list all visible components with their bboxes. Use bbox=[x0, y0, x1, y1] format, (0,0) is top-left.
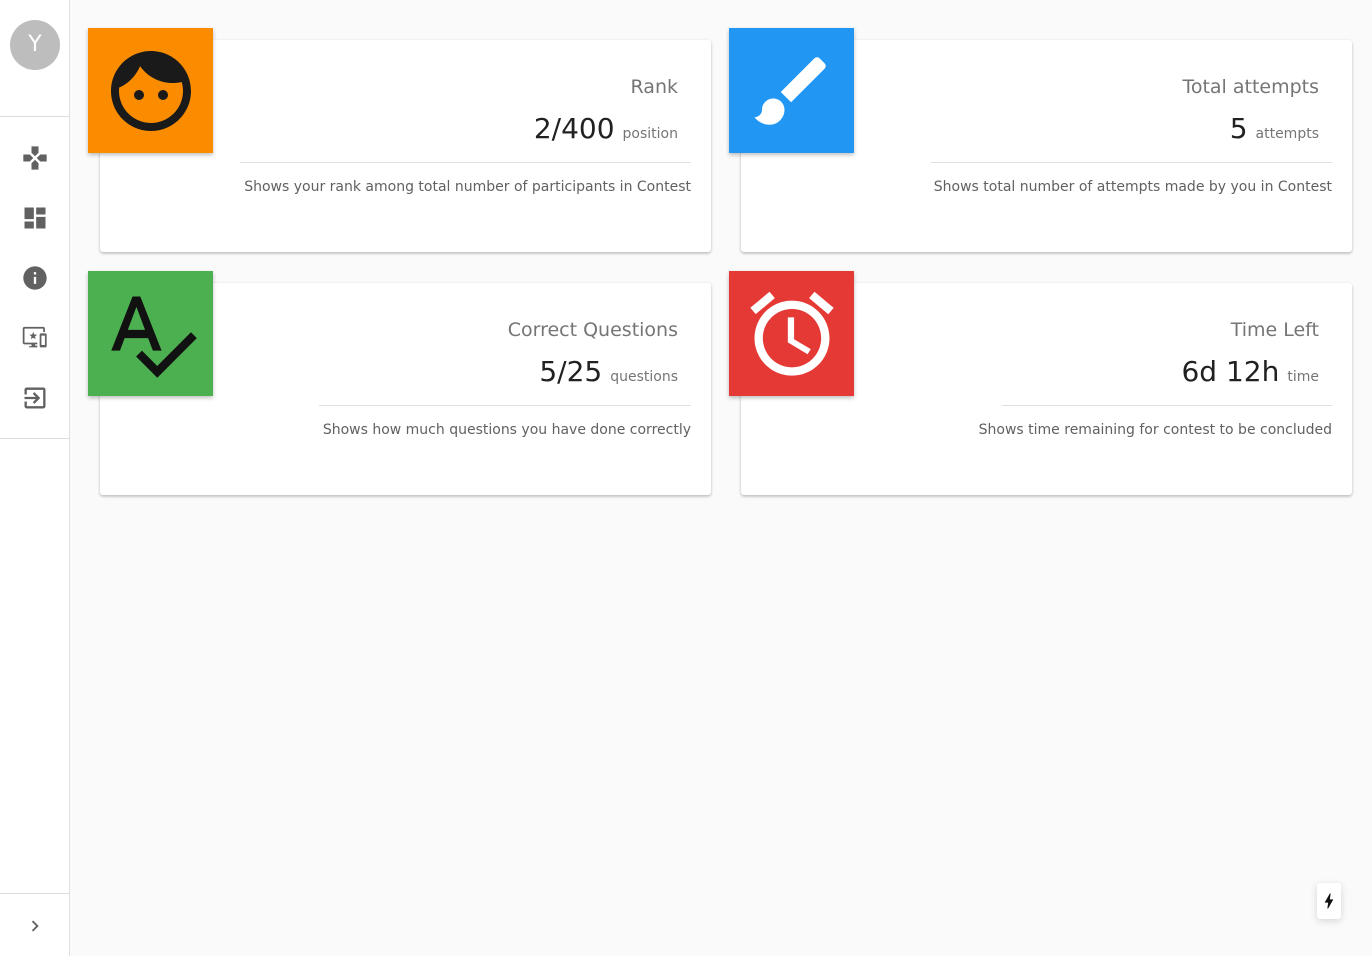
card-divider bbox=[931, 162, 1332, 163]
brush-icon bbox=[754, 56, 826, 125]
card-value: 5/25 questions bbox=[539, 355, 678, 388]
spellcheck-icon bbox=[110, 296, 197, 378]
dashboard-icon bbox=[24, 207, 45, 229]
card-description: Shows total number of attempts made by y… bbox=[933, 179, 1332, 195]
sidebar-item-login[interactable] bbox=[0, 374, 69, 422]
card-divider bbox=[240, 162, 691, 163]
rank-unit: position bbox=[622, 126, 678, 142]
card-divider bbox=[319, 405, 691, 406]
card-title: Correct Questions bbox=[507, 319, 678, 341]
card-description: Shows time remaining for contest to be c… bbox=[978, 422, 1332, 438]
attempts-unit: attempts bbox=[1255, 126, 1319, 142]
card-value: 2/400 position bbox=[534, 112, 678, 145]
quick-action-button[interactable] bbox=[1317, 883, 1341, 919]
correct-icon-tile bbox=[88, 271, 213, 396]
attempts-card: Total attempts 5 attempts Shows total num… bbox=[729, 28, 1352, 252]
sidebar-item-featured[interactable] bbox=[0, 314, 69, 362]
sidebar-item-info[interactable] bbox=[0, 254, 69, 302]
card-divider bbox=[1002, 405, 1332, 406]
attempts-icon-tile bbox=[729, 28, 854, 153]
card-description: Shows how much questions you have done c… bbox=[322, 422, 691, 438]
gamepad-icon bbox=[22, 146, 47, 170]
avatar[interactable]: Y bbox=[10, 20, 60, 70]
card-description: Shows your rank among total number of pa… bbox=[244, 179, 691, 195]
card-title: Time Left bbox=[1230, 319, 1319, 341]
featured-devices-icon bbox=[22, 326, 47, 348]
correct-questions-card: Correct Questions 5/25 questions Shows ho… bbox=[88, 271, 711, 495]
chevron-right-icon bbox=[31, 920, 39, 932]
sidebar-item-games[interactable] bbox=[0, 134, 69, 182]
rank-value: 2/400 bbox=[533, 112, 615, 145]
card-title: Rank bbox=[630, 76, 678, 98]
time-unit: time bbox=[1287, 369, 1319, 385]
login-icon bbox=[24, 387, 45, 409]
attempts-value: 5 bbox=[1229, 112, 1248, 145]
sidebar-item-dashboard[interactable] bbox=[0, 194, 69, 242]
card-value: 5 attempts bbox=[1230, 112, 1319, 145]
time-left-card: Time Left 6d 12h time Shows time remainin… bbox=[729, 271, 1352, 495]
time-value: 6d 12h bbox=[1181, 355, 1280, 388]
expand-sidebar-button[interactable] bbox=[0, 906, 69, 946]
sidebar: Y bbox=[0, 0, 70, 956]
sidebar-divider bbox=[0, 438, 69, 439]
correct-value: 5/25 bbox=[539, 355, 603, 388]
info-icon bbox=[22, 266, 47, 290]
sidebar-divider bbox=[0, 116, 69, 117]
sidebar-divider bbox=[0, 893, 69, 894]
card-title: Total attempts bbox=[1182, 76, 1319, 98]
face-icon bbox=[110, 50, 191, 131]
bolt-icon bbox=[1324, 893, 1334, 909]
rank-card: Rank 2/400 position Shows your rank among… bbox=[88, 28, 711, 252]
correct-unit: questions bbox=[610, 369, 678, 385]
time-icon-tile bbox=[729, 271, 854, 396]
alarm-icon bbox=[749, 291, 834, 376]
rank-icon-tile bbox=[88, 28, 213, 153]
card-value: 6d 12h time bbox=[1181, 355, 1319, 388]
